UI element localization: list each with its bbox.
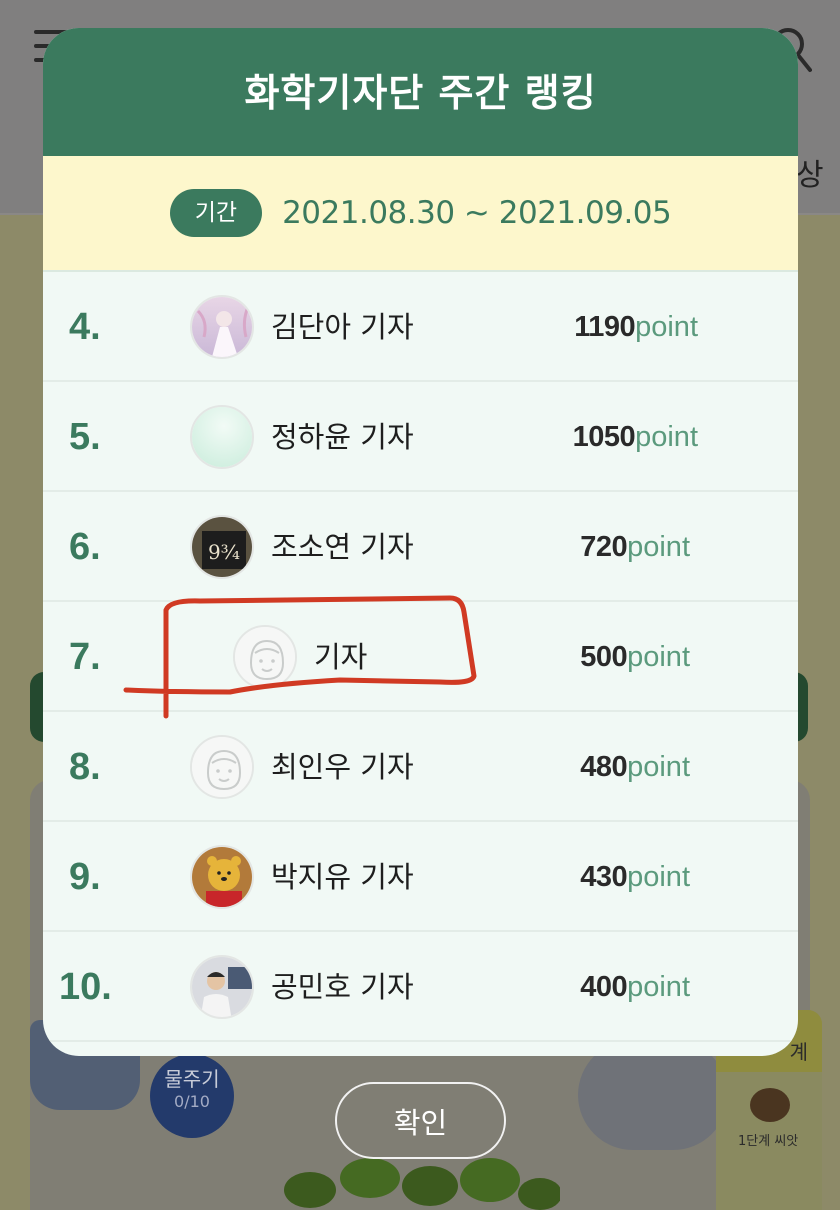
points-unit: point xyxy=(627,751,690,783)
rank-number: 7. xyxy=(69,636,101,678)
rank-number: 5. xyxy=(69,416,101,458)
rank-number: 4. xyxy=(69,306,101,348)
avatar xyxy=(190,735,254,799)
default-face-icon xyxy=(192,737,252,797)
reporter-points: 1050point xyxy=(573,382,698,492)
default-face-icon xyxy=(235,627,295,687)
ranking-list[interactable]: 4. 김단아 기자 1190point 5. 정하윤 기자 1050point … xyxy=(43,272,798,1042)
points-value: 400 xyxy=(580,971,628,1003)
avatar xyxy=(190,845,254,909)
reporter-points: 430point xyxy=(580,822,690,932)
person-photo-icon xyxy=(192,957,252,1017)
watering-label: 물주기 xyxy=(164,1067,220,1091)
points-value: 430 xyxy=(580,861,628,893)
reporter-name: 기자 xyxy=(314,640,368,674)
seed-label: 1단계 씨앗 xyxy=(738,1134,799,1149)
period-bar: 기간 2021.08.30 ~ 2021.09.05 xyxy=(43,156,798,272)
modal-title: 화학기자단 주간 랭킹 xyxy=(244,70,597,115)
watering-count: 0/10 xyxy=(174,1092,210,1111)
points-unit: point xyxy=(635,311,698,343)
reporter-name: 박지유 기자 xyxy=(271,860,414,894)
points-unit: point xyxy=(635,421,698,453)
reporter-points: 720point xyxy=(580,492,690,602)
ranking-row-own: 7. 기자 500point xyxy=(43,602,798,712)
avatar: 9¾ xyxy=(190,515,254,579)
ranking-row: 6. 9¾ 조소연 기자 720point xyxy=(43,492,798,602)
points-value: 720 xyxy=(580,531,628,563)
platform-sign-icon: 9¾ xyxy=(192,517,252,577)
svg-text:9¾: 9¾ xyxy=(208,540,240,564)
ranking-row: 8. 최인우 기자 480point xyxy=(43,712,798,822)
weekly-ranking-modal: 화학기자단 주간 랭킹 기간 2021.08.30 ~ 2021.09.05 4… xyxy=(43,28,798,1056)
avatar xyxy=(233,625,297,689)
avatar xyxy=(190,955,254,1019)
points-value: 1190 xyxy=(574,311,636,343)
reporter-name: 김단아 기자 xyxy=(271,310,414,344)
period-range: 2021.08.30 ~ 2021.09.05 xyxy=(282,195,672,231)
reporter-points: 1190point xyxy=(574,272,698,382)
ranking-row: 9. 박지유 기자 430point xyxy=(43,822,798,932)
points-unit: point xyxy=(627,861,690,893)
points-unit: point xyxy=(627,641,690,673)
points-unit: point xyxy=(627,971,690,1003)
mint-gradient-icon xyxy=(192,407,252,467)
reporter-name: 정하윤 기자 xyxy=(271,420,414,454)
reporter-name: 최인우 기자 xyxy=(271,750,414,784)
confirm-button[interactable]: 확인 xyxy=(335,1082,506,1159)
ranking-row: 4. 김단아 기자 1190point xyxy=(43,272,798,382)
reporter-name: 조소연 기자 xyxy=(271,530,414,564)
plant-icon xyxy=(284,1158,560,1210)
points-unit: point xyxy=(627,531,690,563)
rank-number: 6. xyxy=(69,526,101,568)
ranking-row: 5. 정하윤 기자 1050point xyxy=(43,382,798,492)
watering-button: 물주기 0/10 xyxy=(150,1054,234,1138)
rank-number: 9. xyxy=(69,856,101,898)
rank-number: 10. xyxy=(59,966,112,1008)
bear-character-icon xyxy=(192,847,252,907)
rank-number: 8. xyxy=(69,746,101,788)
reporter-name: 공민호 기자 xyxy=(271,970,414,1004)
ranking-row: 10. 공민호 기자 400point xyxy=(43,932,798,1042)
points-value: 500 xyxy=(580,641,628,673)
points-value: 480 xyxy=(580,751,628,783)
seed-icon xyxy=(750,1088,790,1122)
background-circle xyxy=(578,1040,728,1150)
modal-header: 화학기자단 주간 랭킹 xyxy=(43,28,798,156)
avatar xyxy=(190,295,254,359)
period-badge: 기간 xyxy=(169,189,263,237)
avatar xyxy=(190,405,254,469)
nav-text-fragment: 상 xyxy=(796,158,824,193)
reporter-points: 500point xyxy=(580,602,690,712)
reporter-points: 400point xyxy=(580,932,690,1042)
reporter-points: 480point xyxy=(580,712,690,822)
points-value: 1050 xyxy=(572,421,636,453)
profile-photo-icon xyxy=(192,297,252,357)
